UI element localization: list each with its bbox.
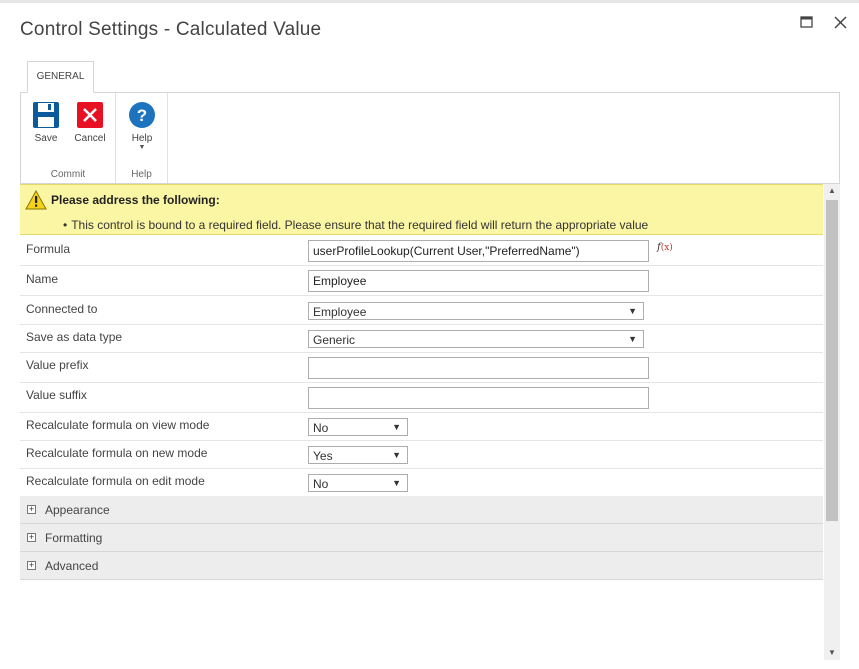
fx-x: (x) bbox=[660, 243, 673, 253]
group-label-commit: Commit bbox=[50, 169, 86, 180]
row-connected-to: Connected to Employee ▼ bbox=[20, 296, 823, 325]
formula-builder-icon[interactable]: f(x) bbox=[657, 242, 673, 253]
section-advanced-title: Advanced bbox=[45, 559, 99, 573]
recalc-new-value: Yes bbox=[313, 449, 333, 463]
help-icon: ? bbox=[129, 102, 155, 128]
maximize-button[interactable] bbox=[796, 12, 818, 34]
warning-title: Please address the following: bbox=[51, 193, 220, 207]
label-data-type: Save as data type bbox=[26, 330, 123, 344]
warning-icon bbox=[25, 190, 47, 210]
section-formatting-title: Formatting bbox=[45, 531, 103, 545]
plus-icon: + bbox=[27, 504, 36, 514]
section-advanced[interactable]: + Advanced bbox=[20, 552, 823, 580]
scroll-up-icon[interactable]: ▲ bbox=[824, 184, 840, 198]
data-type-select[interactable]: Generic ▼ bbox=[308, 330, 644, 348]
chevron-down-icon: ▼ bbox=[392, 422, 401, 432]
ribbon-group-help: ? Help ▼ Help bbox=[116, 93, 168, 183]
top-strip bbox=[0, 0, 859, 3]
close-button[interactable] bbox=[830, 12, 852, 34]
scrollbar-thumb[interactable] bbox=[826, 200, 838, 521]
formula-input[interactable]: userProfileLookup(Current User,"Preferre… bbox=[308, 240, 649, 262]
chevron-down-icon: ▼ bbox=[392, 478, 401, 488]
chevron-down-icon: ▼ bbox=[392, 450, 401, 460]
row-recalc-edit: Recalculate formula on edit mode No ▼ bbox=[20, 469, 823, 497]
row-value-prefix: Value prefix bbox=[20, 353, 823, 383]
maximize-icon bbox=[800, 16, 813, 28]
dialog-title: Control Settings - Calculated Value bbox=[20, 19, 322, 40]
validation-warning: Please address the following: • This cont… bbox=[20, 184, 823, 235]
connected-to-select[interactable]: Employee ▼ bbox=[308, 302, 644, 320]
plus-icon: + bbox=[27, 560, 36, 570]
plus-icon: + bbox=[27, 532, 36, 542]
section-formatting[interactable]: + Formatting bbox=[20, 524, 823, 552]
warning-message: • This control is bound to a required fie… bbox=[63, 218, 649, 232]
svg-text:?: ? bbox=[137, 106, 147, 125]
close-icon bbox=[834, 16, 847, 29]
row-data-type: Save as data type Generic ▼ bbox=[20, 325, 823, 353]
vertical-scrollbar[interactable]: ▲ ▼ bbox=[824, 184, 840, 660]
label-formula: Formula bbox=[26, 242, 71, 256]
value-suffix-input[interactable] bbox=[308, 387, 649, 409]
row-name: Name Employee bbox=[20, 266, 823, 296]
recalc-view-value: No bbox=[313, 421, 329, 435]
save-label: Save bbox=[34, 133, 58, 144]
row-formula: Formula userProfileLookup(Current User,"… bbox=[20, 236, 823, 266]
chevron-down-icon: ▼ bbox=[138, 144, 146, 151]
settings-panel: Please address the following: • This cont… bbox=[20, 184, 823, 660]
recalc-edit-select[interactable]: No ▼ bbox=[308, 474, 408, 492]
data-type-value: Generic bbox=[313, 333, 356, 347]
group-label-help: Help bbox=[131, 169, 152, 180]
row-recalc-view: Recalculate formula on view mode No ▼ bbox=[20, 413, 823, 441]
value-prefix-input[interactable] bbox=[308, 357, 649, 379]
ribbon: Save Cancel Commit ? Help ▼ Help bbox=[20, 92, 840, 184]
section-appearance[interactable]: + Appearance bbox=[20, 496, 823, 524]
warning-message-text: This control is bound to a required fiel… bbox=[71, 218, 649, 232]
cancel-icon bbox=[77, 102, 103, 128]
cancel-label: Cancel bbox=[74, 133, 106, 144]
row-recalc-new: Recalculate formula on new mode Yes ▼ bbox=[20, 441, 823, 469]
save-button[interactable]: Save bbox=[28, 101, 64, 144]
chevron-down-icon: ▼ bbox=[628, 334, 637, 344]
recalc-view-select[interactable]: No ▼ bbox=[308, 418, 408, 436]
tab-general[interactable]: GENERAL bbox=[27, 61, 94, 93]
recalc-new-select[interactable]: Yes ▼ bbox=[308, 446, 408, 464]
label-name: Name bbox=[26, 272, 59, 286]
label-value-prefix: Value prefix bbox=[26, 358, 89, 372]
label-connected-to: Connected to bbox=[26, 302, 98, 316]
chevron-down-icon: ▼ bbox=[628, 306, 637, 316]
scroll-down-icon[interactable]: ▼ bbox=[824, 646, 840, 660]
ribbon-group-commit: Save Cancel Commit bbox=[21, 93, 116, 183]
recalc-edit-value: No bbox=[313, 477, 329, 491]
cancel-button[interactable]: Cancel bbox=[72, 101, 108, 144]
label-recalc-new: Recalculate formula on new mode bbox=[26, 446, 208, 460]
connected-to-value: Employee bbox=[313, 305, 367, 319]
label-recalc-edit: Recalculate formula on edit mode bbox=[26, 474, 205, 488]
save-icon bbox=[33, 102, 59, 128]
help-button[interactable]: ? Help ▼ bbox=[124, 101, 160, 152]
name-input[interactable]: Employee bbox=[308, 270, 649, 292]
label-recalc-view: Recalculate formula on view mode bbox=[26, 418, 210, 432]
section-appearance-title: Appearance bbox=[45, 503, 110, 517]
row-value-suffix: Value suffix bbox=[20, 383, 823, 413]
label-value-suffix: Value suffix bbox=[26, 388, 87, 402]
help-label: Help bbox=[131, 133, 153, 144]
